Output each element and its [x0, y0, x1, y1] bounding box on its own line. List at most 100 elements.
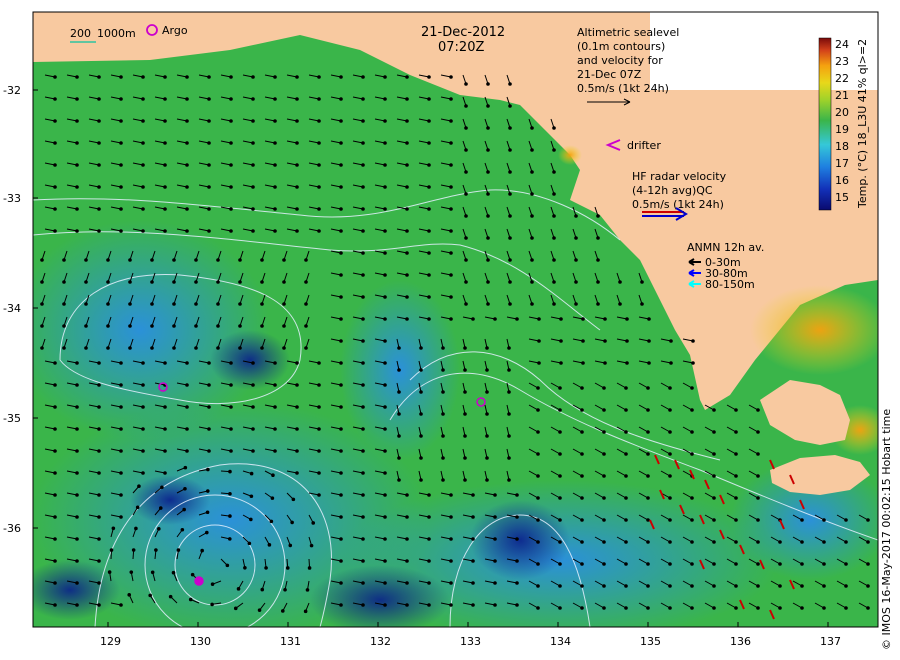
velocity-arrow-head — [756, 606, 760, 610]
velocity-arrow-head — [383, 163, 387, 167]
altimetry-line-1: Altimetric sealevel — [577, 26, 679, 39]
velocity-arrow-head — [383, 383, 387, 387]
velocity-arrow-head — [419, 346, 423, 350]
velocity-arrow-head — [53, 493, 57, 497]
velocity-arrow-head — [449, 295, 453, 299]
colorbar-tick: 18 — [835, 140, 849, 153]
velocity-arrow-head — [558, 408, 562, 412]
velocity-arrow-head — [119, 185, 123, 189]
velocity-arrow-head — [712, 452, 716, 456]
velocity-arrow-head — [427, 515, 431, 519]
velocity-arrow-head — [141, 141, 145, 145]
velocity-arrow-head — [207, 405, 211, 409]
velocity-arrow-head — [339, 581, 343, 585]
hf-radar-line-1: HF radar velocity — [632, 170, 727, 183]
velocity-arrow-head — [188, 597, 193, 602]
velocity-arrow-head — [397, 390, 401, 394]
velocity-arrow-head — [317, 383, 321, 387]
velocity-arrow-head — [207, 449, 211, 453]
velocity-arrow-head — [97, 119, 101, 123]
velocity-arrow-head — [756, 540, 760, 544]
colorbar-title: Temp. (°C) 18_L3U 41% ql>=2 — [856, 39, 869, 209]
velocity-arrow-head — [163, 449, 167, 453]
velocity-arrow-head — [97, 581, 101, 585]
velocity-arrow-head — [866, 562, 870, 566]
velocity-arrow-head — [194, 324, 198, 328]
velocity-arrow-head — [405, 603, 409, 607]
velocity-arrow-head — [778, 562, 782, 566]
velocity-arrow-head — [243, 566, 247, 570]
velocity-arrow-head — [361, 317, 365, 321]
velocity-arrow-head — [361, 295, 365, 299]
velocity-arrow-head — [361, 163, 365, 167]
velocity-arrow-head — [228, 514, 232, 518]
velocity-arrow-head — [216, 280, 220, 284]
altimetry-line-4: 21-Dec 07Z — [577, 68, 642, 81]
velocity-arrow-head — [602, 584, 606, 588]
velocity-arrow-head — [53, 119, 57, 123]
velocity-arrow-head — [317, 119, 321, 123]
velocity-arrow-head — [53, 405, 57, 409]
warm-water-patch — [558, 145, 582, 165]
depth-scale-200: 200 — [70, 27, 91, 40]
velocity-arrow-head — [185, 97, 189, 101]
velocity-arrow-head — [580, 430, 584, 434]
velocity-arrow-head — [536, 518, 540, 522]
velocity-arrow-head — [464, 82, 468, 86]
velocity-arrow-head — [40, 280, 44, 284]
velocity-arrow-head — [361, 75, 365, 79]
velocity-arrow-head — [273, 185, 277, 189]
velocity-arrow-head — [712, 408, 716, 412]
velocity-arrow-head — [106, 346, 110, 350]
velocity-arrow-head — [53, 97, 57, 101]
velocity-arrow-head — [251, 207, 255, 211]
velocity-arrow-head — [361, 229, 365, 233]
velocity-arrow-head — [646, 452, 650, 456]
velocity-arrow-head — [97, 97, 101, 101]
velocity-arrow-head — [53, 75, 57, 79]
velocity-arrow-head — [339, 317, 343, 321]
velocity-arrow-head — [558, 518, 562, 522]
velocity-arrow-head — [207, 97, 211, 101]
velocity-arrow-head — [646, 584, 650, 588]
velocity-arrow-head — [530, 170, 534, 174]
velocity-arrow-head — [690, 562, 694, 566]
velocity-arrow-head — [53, 603, 57, 607]
velocity-arrow-head — [228, 469, 232, 474]
velocity-arrow-head — [75, 405, 79, 409]
velocity-arrow-head — [128, 346, 132, 350]
velocity-arrow-head — [210, 582, 215, 586]
velocity-arrow-head — [303, 609, 308, 614]
velocity-arrow-head — [134, 526, 138, 531]
colorbar-tick: 24 — [835, 38, 849, 51]
velocity-arrow-head — [163, 427, 167, 431]
warm-water-patch — [750, 285, 878, 375]
velocity-arrow-head — [339, 229, 343, 233]
velocity-arrow-head — [581, 361, 585, 365]
velocity-arrow-head — [97, 361, 101, 365]
velocity-arrow-head — [405, 581, 409, 585]
velocity-arrow-head — [270, 496, 275, 500]
x-tick-label: 136 — [730, 635, 751, 648]
velocity-arrow-head — [515, 603, 519, 607]
velocity-arrow-head — [339, 361, 343, 365]
velocity-arrow-head — [40, 346, 44, 350]
velocity-arrow-head — [580, 408, 584, 412]
colorbar-tick: 20 — [835, 106, 849, 119]
velocity-arrow-head — [205, 510, 210, 515]
velocity-arrow-head — [229, 361, 233, 365]
velocity-arrow-head — [530, 236, 534, 240]
velocity-arrow-head — [137, 484, 141, 489]
velocity-arrow-head — [119, 471, 123, 475]
velocity-arrow-head — [40, 324, 44, 328]
velocity-arrow-head — [183, 486, 187, 491]
velocity-arrow-head — [508, 126, 512, 130]
velocity-arrow-head — [464, 236, 468, 240]
velocity-arrow-head — [311, 521, 316, 525]
velocity-arrow-head — [449, 229, 453, 233]
velocity-arrow-head — [260, 258, 264, 262]
velocity-arrow-head — [449, 559, 453, 563]
velocity-arrow-head — [537, 339, 541, 343]
velocity-arrow-head — [361, 537, 365, 541]
velocity-arrow-head — [295, 449, 299, 453]
